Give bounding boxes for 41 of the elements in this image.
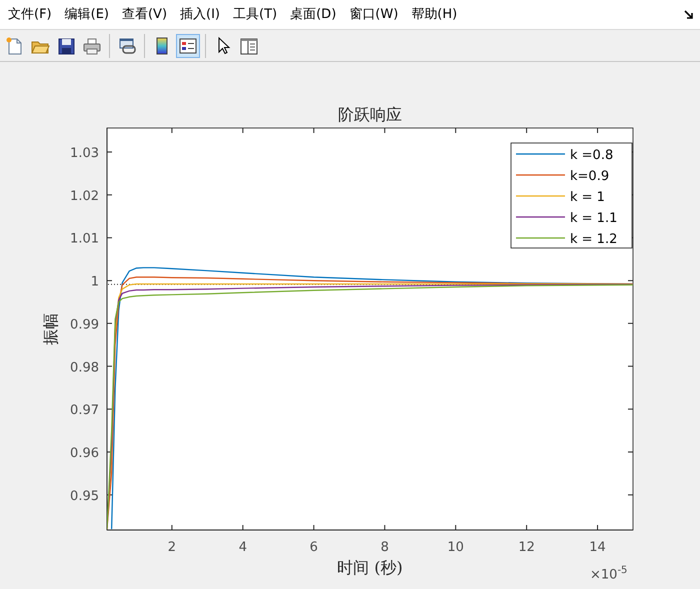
save-icon xyxy=(56,36,76,56)
x-tick-label: 10 xyxy=(447,540,464,555)
axis-exponent: ×10$^{-5}$ xyxy=(590,565,628,582)
y-tick-label: 1 xyxy=(90,274,99,290)
x-tick-label: 12 xyxy=(518,540,535,555)
x-axis-label: 时间 (秒) xyxy=(337,558,403,577)
x-tick-label: 14 xyxy=(589,540,606,555)
y-tick-label: 0.95 xyxy=(70,488,99,504)
menu-item[interactable]: 插入(I) xyxy=(174,4,226,26)
y-tick-label: 0.99 xyxy=(70,317,99,332)
legend-label: k =0.8 xyxy=(570,148,614,163)
y-tick-label: 0.96 xyxy=(70,446,99,461)
legend-label: k = 1 xyxy=(570,190,605,205)
legend-label: k = 1.2 xyxy=(570,232,618,247)
new-file-icon xyxy=(4,36,24,56)
legend-label: k = 1.1 xyxy=(570,211,618,226)
legend-label: k=0.9 xyxy=(570,169,610,184)
menu-item[interactable]: 工具(T) xyxy=(227,4,284,26)
y-axis-label: 振幅 xyxy=(41,313,60,345)
y-tick-label: 0.98 xyxy=(70,360,99,376)
x-tick-label: 4 xyxy=(238,540,247,555)
printer-icon xyxy=(82,36,102,56)
y-tick-label: 1.03 xyxy=(70,146,99,161)
menu-item[interactable]: 文件(F) xyxy=(2,4,58,26)
x-tick-label: 6 xyxy=(310,540,318,555)
x-tick-label: 2 xyxy=(168,540,176,555)
x-tick-label: 8 xyxy=(380,540,389,555)
menu-item[interactable]: 编辑(E) xyxy=(58,4,115,26)
legend-button[interactable] xyxy=(176,34,200,58)
chart-title: 阶跃响应 xyxy=(338,105,402,124)
menu-item[interactable]: 查看(V) xyxy=(116,4,174,26)
legend-icon xyxy=(178,36,198,56)
y-tick-label: 1.01 xyxy=(70,232,99,247)
menu-item[interactable]: 帮助(H) xyxy=(405,4,464,26)
property-inspector-icon xyxy=(239,36,259,56)
dock-arrow-icon[interactable] xyxy=(684,10,694,20)
y-tick-label: 1.02 xyxy=(70,188,99,204)
y-tick-label: 0.97 xyxy=(70,403,99,418)
linked-windows-icon xyxy=(117,36,137,56)
menu-item[interactable]: 窗口(W) xyxy=(343,4,404,26)
menu-item[interactable]: 桌面(D) xyxy=(284,4,342,26)
